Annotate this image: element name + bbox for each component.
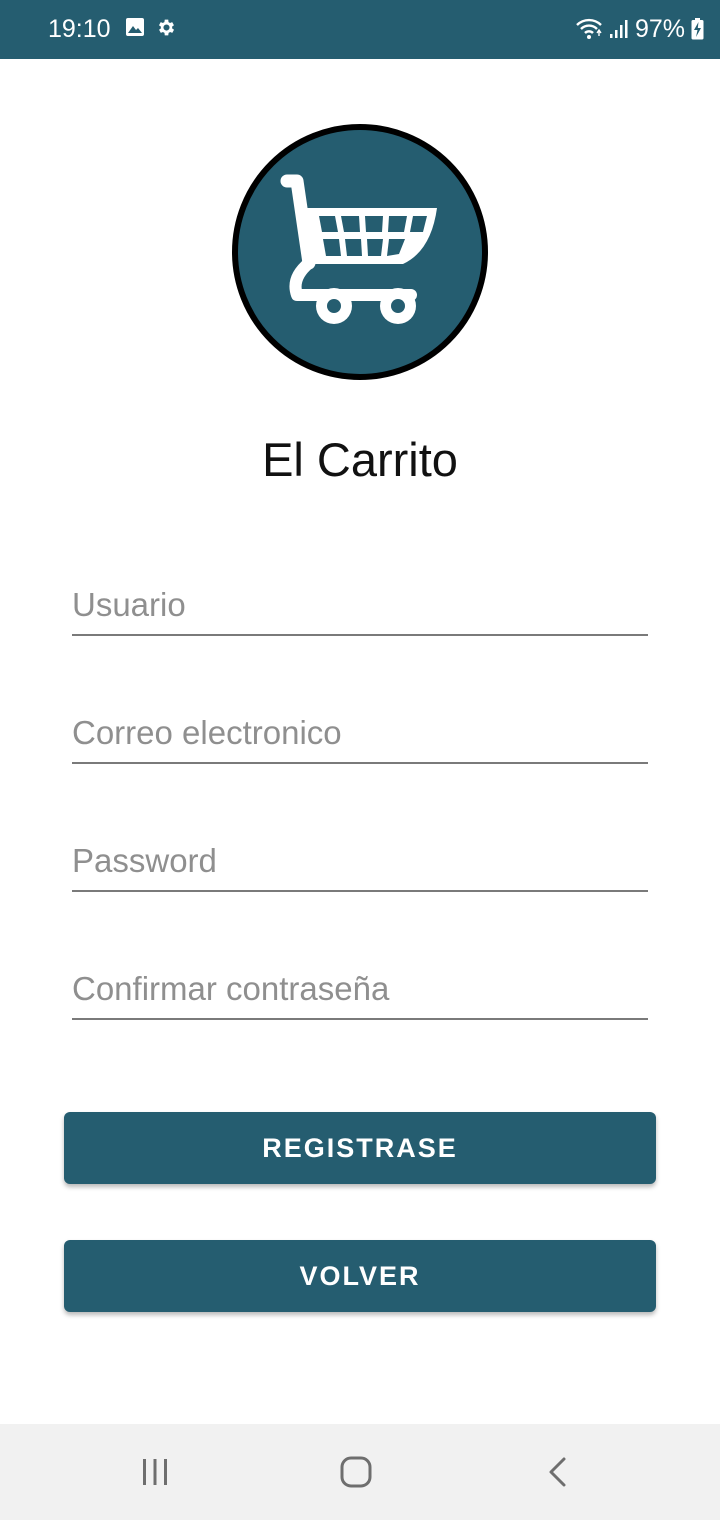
back-icon bbox=[549, 1457, 566, 1487]
status-bar: 19:10 97% bbox=[0, 0, 720, 59]
signal-icon bbox=[609, 20, 628, 38]
confirm-password-field bbox=[72, 960, 648, 1020]
image-icon bbox=[126, 18, 144, 36]
system-back-button[interactable] bbox=[528, 1452, 588, 1492]
username-input[interactable] bbox=[72, 576, 648, 634]
home-button[interactable] bbox=[326, 1452, 386, 1492]
app-logo bbox=[232, 124, 488, 380]
status-right-group: 97% bbox=[575, 14, 704, 44]
register-button[interactable]: REGISTRASE bbox=[64, 1112, 656, 1184]
recent-apps-button[interactable] bbox=[125, 1452, 185, 1492]
password-input[interactable] bbox=[72, 832, 648, 890]
navigation-bar bbox=[0, 1424, 720, 1520]
battery-percentage: 97% bbox=[634, 15, 685, 43]
recent-apps-icon bbox=[143, 1459, 167, 1485]
battery-charging-icon bbox=[691, 18, 704, 40]
password-field bbox=[72, 832, 648, 892]
username-field bbox=[72, 576, 648, 636]
email-input[interactable] bbox=[72, 704, 648, 762]
back-button[interactable]: VOLVER bbox=[64, 1240, 656, 1312]
gear-icon bbox=[158, 19, 175, 36]
wifi-icon bbox=[576, 18, 602, 39]
email-field bbox=[72, 704, 648, 764]
home-icon bbox=[340, 1456, 372, 1488]
app-title: El Carrito bbox=[262, 433, 458, 486]
status-time: 19:10 bbox=[48, 15, 111, 43]
confirm-password-input[interactable] bbox=[72, 960, 648, 1018]
